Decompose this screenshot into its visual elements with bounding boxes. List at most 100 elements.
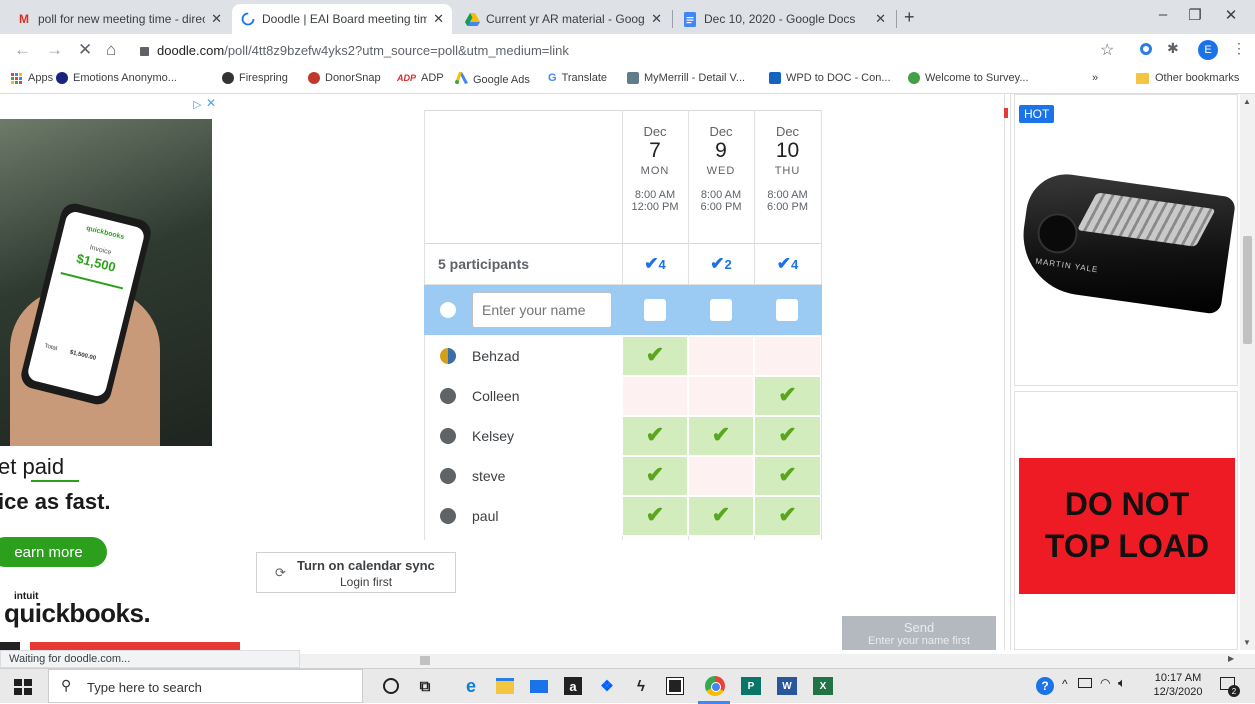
participant-row: Colleen ✔ <box>424 376 822 416</box>
checkbox-dec-7[interactable] <box>644 299 666 321</box>
wpd-icon <box>769 72 781 84</box>
bookmarks-more-button[interactable]: » <box>1092 72 1098 84</box>
calendar-sync-button[interactable]: ⟳ Turn on calendar sync Login first <box>256 552 456 593</box>
bookmark-apps[interactable]: Apps <box>11 72 53 84</box>
scroll-up-arrow[interactable]: ▲ <box>1243 97 1251 106</box>
checkbox-dec-10[interactable] <box>776 299 798 321</box>
amazon-icon[interactable]: a <box>562 675 584 697</box>
date-month: Dec <box>709 124 733 139</box>
bookmark-mymerrill[interactable]: MyMerrill - Detail V... <box>627 72 745 84</box>
new-tab-button[interactable]: + <box>904 7 915 28</box>
date-month: Dec <box>643 124 667 139</box>
star-icon[interactable]: ☆ <box>1100 40 1114 60</box>
tab-title: Current yr AR material - Google <box>486 12 646 26</box>
right-ad[interactable]: HOT MARTIN YALE DO NOT TOP LOAD <box>1010 94 1240 650</box>
tab-sheets[interactable]: Current yr AR material - Google ✕ <box>456 4 670 34</box>
sign-tile[interactable]: DO NOT TOP LOAD <box>1014 391 1238 650</box>
date-month: Dec <box>775 124 800 139</box>
vertical-scrollbar[interactable]: ▲ ▼ <box>1240 94 1255 650</box>
notifications-icon[interactable]: 2 <box>1218 675 1240 697</box>
word-icon[interactable]: W <box>776 675 798 697</box>
bookmark-label: DonorSnap <box>325 72 381 84</box>
participant-name: Behzad <box>472 348 520 364</box>
store-icon[interactable] <box>664 675 686 697</box>
close-icon[interactable]: ✕ <box>651 11 662 27</box>
bookmark-wpd[interactable]: WPD to DOC - Con... <box>769 72 891 84</box>
address-bar[interactable]: doodle.com/poll/4tt8z9bzefw4yks2?utm_sou… <box>140 39 1090 61</box>
bookmark-firespring[interactable]: Firespring <box>222 72 288 84</box>
check-icon: ✔ <box>645 341 665 367</box>
dropbox-icon[interactable]: ❖ <box>596 675 618 697</box>
participant-row: Kelsey ✔ ✔ ✔ <box>424 416 822 456</box>
close-window-button[interactable]: ✕ <box>1216 6 1246 24</box>
edge-icon[interactable]: e <box>460 675 482 697</box>
adchoices-icon[interactable]: ▷ <box>193 98 201 111</box>
help-icon[interactable]: ? <box>1034 675 1056 697</box>
extension-icon[interactable] <box>1140 43 1152 55</box>
minimize-button[interactable]: – <box>1148 6 1178 23</box>
vote-yes-cell: ✔ <box>754 496 821 536</box>
windows-start-icon[interactable] <box>14 679 32 695</box>
back-icon[interactable]: ← <box>14 40 31 60</box>
close-icon[interactable]: ✕ <box>433 11 444 27</box>
bookmark-survey[interactable]: Welcome to Survey... <box>908 72 1029 84</box>
maximize-button[interactable]: ❐ <box>1180 6 1210 24</box>
cortana-icon[interactable] <box>380 675 402 697</box>
other-bookmarks[interactable]: Other bookmarks <box>1136 72 1239 84</box>
task-view-icon[interactable]: ⧉ <box>414 675 436 697</box>
battery-icon[interactable] <box>1078 678 1092 688</box>
h-scrollbar-thumb[interactable] <box>420 656 430 665</box>
excel-icon[interactable]: X <box>812 675 834 697</box>
checkbox-dec-9[interactable] <box>710 299 732 321</box>
participant-name: Kelsey <box>472 428 515 444</box>
bookmark-label: Welcome to Survey... <box>925 72 1029 84</box>
puzzle-icon[interactable]: ✱ <box>1167 40 1179 57</box>
file-explorer-icon[interactable] <box>494 675 516 697</box>
close-icon[interactable]: ✕ <box>875 11 886 27</box>
bookmark-adp[interactable]: ADP ADP <box>397 72 444 84</box>
mail-icon[interactable] <box>528 675 550 697</box>
vote-count-dec-10: ✔4 <box>776 254 799 273</box>
tray-chevron-icon[interactable]: ^ <box>1062 677 1068 691</box>
horizontal-scrollbar[interactable]: ▶ <box>300 654 1255 668</box>
scroll-down-arrow[interactable]: ▼ <box>1243 638 1251 647</box>
bookmark-google-ads[interactable]: Google Ads <box>455 72 530 87</box>
tab-doodle[interactable]: Doodle | EAI Board meeting time ✕ <box>232 4 452 34</box>
profile-avatar[interactable]: E <box>1198 40 1218 60</box>
tab-docs[interactable]: Dec 10, 2020 - Google Docs ✕ <box>674 4 894 34</box>
quickbooks-ad[interactable]: quickbooks Invoice $1,500 Total $1,500.0… <box>0 94 240 650</box>
pulse-icon[interactable]: ϟ <box>630 675 652 697</box>
publisher-icon[interactable]: P <box>740 675 762 697</box>
home-icon[interactable]: ⌂ <box>106 40 116 60</box>
surveymonkey-icon <box>908 72 920 84</box>
stop-icon[interactable]: ✕ <box>78 40 92 60</box>
vote-no-cell <box>688 376 754 416</box>
ad-learn-more-button[interactable]: earn more <box>0 537 107 567</box>
wifi-icon[interactable]: ◠ <box>1100 676 1110 690</box>
ad-close-icon[interactable]: ✕ <box>206 96 216 110</box>
scroll-right-arrow[interactable]: ▶ <box>1228 654 1234 663</box>
participant-row: paul ✔ ✔ ✔ <box>424 496 822 536</box>
chrome-taskbar-icon[interactable] <box>704 675 726 697</box>
mymerrill-icon <box>627 72 639 84</box>
tab-gmail[interactable]: M poll for new meeting time - direc ✕ <box>8 4 230 34</box>
volume-icon[interactable]: 🔈︎ <box>1118 675 1126 691</box>
participants-count: 5 participants <box>438 256 530 272</box>
date-day: 9 <box>715 139 727 162</box>
participant-avatar-icon <box>440 348 456 364</box>
bookmark-translate[interactable]: G Translate <box>548 72 607 84</box>
date-column-dec-9: Dec 9 WED 8:00 AM 6:00 PM <box>688 124 754 213</box>
close-icon[interactable]: ✕ <box>211 11 222 27</box>
product-tile[interactable]: HOT MARTIN YALE <box>1014 94 1238 386</box>
bookmark-emotions[interactable]: Emotions Anonymo... <box>56 72 177 84</box>
date-weekday: WED <box>706 165 736 177</box>
forward-icon[interactable]: → <box>46 40 63 60</box>
send-button[interactable]: Send Enter your name first <box>842 616 996 650</box>
taskbar-search[interactable]: ⚲ Type here to search <box>48 669 363 703</box>
scrollbar-thumb[interactable] <box>1243 236 1252 344</box>
name-input[interactable] <box>472 292 612 328</box>
clock[interactable]: 10:17 AM 12/3/2020 <box>1150 671 1206 699</box>
menu-icon[interactable]: ⋮ <box>1232 40 1246 57</box>
phone-brand-text: quickbooks <box>85 224 125 242</box>
bookmark-donorsnap[interactable]: DonorSnap <box>308 72 381 84</box>
